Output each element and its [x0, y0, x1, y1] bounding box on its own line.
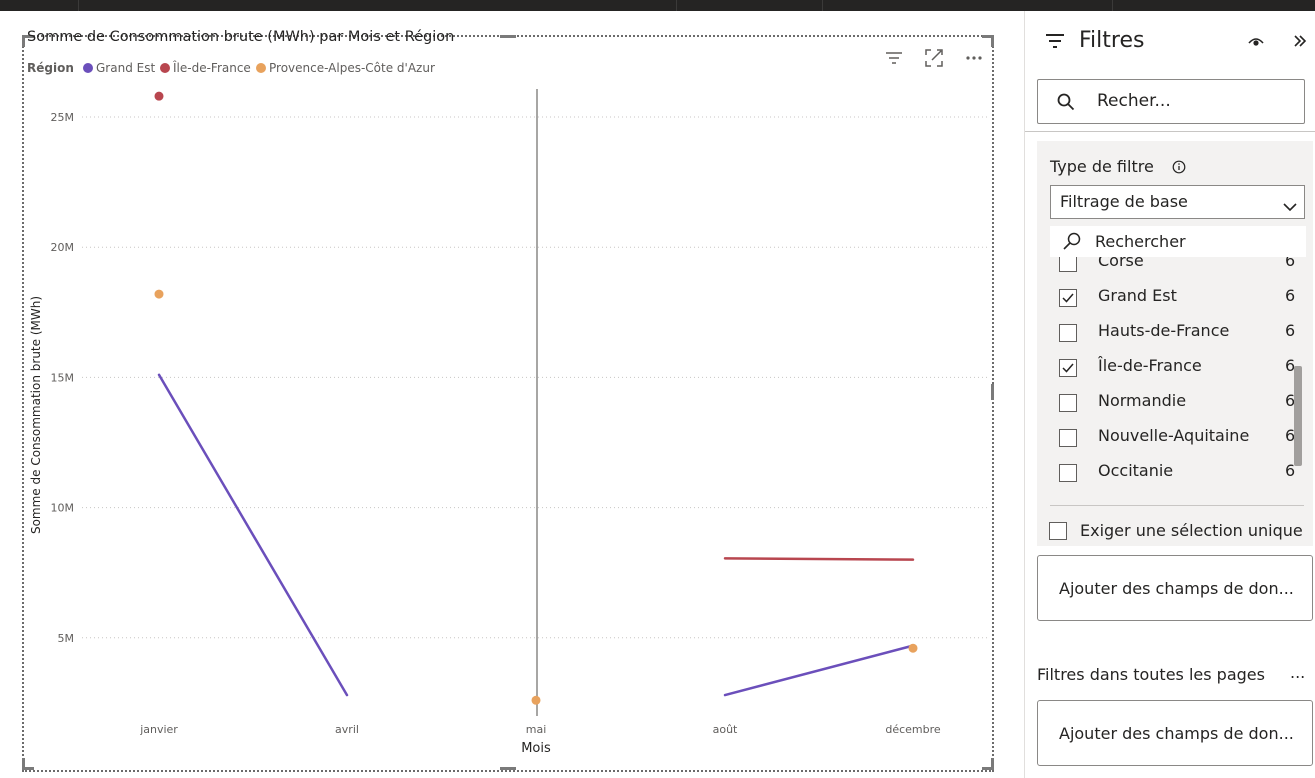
checkmark-icon — [1062, 293, 1074, 303]
legend: Grand Est Île-de-France Provence-Alpes-Côt… — [83, 60, 435, 75]
x-tick-label: mai — [526, 723, 547, 736]
data-point[interactable] — [908, 643, 918, 653]
filter-icon[interactable] — [883, 47, 905, 69]
filter-search-input[interactable]: Recher... — [1037, 79, 1305, 124]
checkmark-icon — [1062, 363, 1074, 373]
add-fields-well[interactable]: Ajouter des champs de don... — [1037, 555, 1313, 621]
series-line-segment[interactable] — [157, 373, 349, 697]
filter-search-placeholder: Recher... — [1097, 91, 1171, 111]
list-item-count: 6 — [1285, 257, 1296, 270]
filter-pane-title: Filtres — [1079, 28, 1145, 53]
report-canvas: Somme de Consommation brute (MWh) par Mo… — [0, 11, 1022, 778]
series-line-segment[interactable] — [723, 644, 915, 697]
search-icon — [1056, 92, 1076, 116]
list-item[interactable]: Grand Est 6 — [1037, 280, 1313, 315]
all-pages-more-button[interactable]: ... — [1290, 663, 1305, 682]
info-icon — [1172, 159, 1186, 178]
list-item-count: 6 — [1285, 321, 1296, 340]
series-line-segment[interactable] — [723, 557, 915, 561]
list-search-icon — [1062, 231, 1082, 255]
legend-marker — [83, 63, 93, 73]
y-axis-title: Somme de Consommation brute (MWh) — [29, 296, 43, 534]
checkbox[interactable] — [1059, 324, 1077, 342]
x-tick-label: août — [713, 723, 738, 736]
y-axis-ticks: 5M 10M 15M 20M 25M — [51, 111, 75, 645]
checkbox[interactable] — [1059, 394, 1077, 412]
collapse-pane-icon[interactable] — [1293, 33, 1307, 52]
list-search-placeholder: Rechercher — [1095, 232, 1186, 251]
chart-title: Somme de Consommation brute (MWh) par Mo… — [27, 29, 454, 45]
y-tick-label: 10M — [51, 502, 75, 515]
require-single-checkbox[interactable] — [1049, 522, 1067, 540]
legend-item-label: Grand Est — [96, 61, 155, 75]
list-search-input[interactable]: Rechercher — [1050, 226, 1306, 257]
list-item-label: Normandie — [1098, 391, 1187, 410]
eye-icon[interactable] — [1247, 33, 1265, 52]
list-item-label: Île-de-France — [1098, 356, 1202, 375]
list-scrollbar[interactable] — [1294, 366, 1302, 466]
filter-type-value: Filtrage de base — [1060, 192, 1188, 211]
legend-title: Région — [27, 61, 74, 75]
list-item[interactable]: Normandie 6 — [1037, 385, 1313, 420]
checkbox-checked[interactable] — [1059, 359, 1077, 377]
top-bar — [0, 0, 1315, 11]
list-item-label: Hauts-de-France — [1098, 321, 1230, 340]
checkbox-checked[interactable] — [1059, 289, 1077, 307]
data-point[interactable] — [154, 91, 164, 101]
x-tick-label: décembre — [885, 723, 941, 736]
filter-pane-icon — [1045, 33, 1065, 53]
legend-item-label: Provence-Alpes-Côte d'Azur — [269, 61, 435, 75]
card-separator — [1050, 505, 1304, 506]
legend-marker — [256, 63, 266, 73]
all-pages-filters-label: Filtres dans toutes les pages — [1037, 665, 1265, 684]
list-item[interactable]: Occitanie 6 — [1037, 455, 1313, 490]
value-list: Corse 6 Grand Est 6 Hauts-de-France 6 Île-de-F… — [1037, 257, 1313, 493]
list-item[interactable]: Hauts-de-France 6 — [1037, 315, 1313, 350]
x-tick-label: janvier — [139, 723, 178, 736]
list-item[interactable]: Corse 6 — [1037, 257, 1313, 280]
chevron-down-icon — [1283, 197, 1297, 216]
y-tick-label: 25M — [51, 111, 75, 124]
pane-divider — [1025, 131, 1315, 132]
series-marks — [154, 91, 918, 705]
list-item-label: Nouvelle-Aquitaine — [1098, 426, 1250, 445]
y-tick-label: 20M — [51, 241, 75, 254]
add-fields-label: Ajouter des champs de don... — [1059, 579, 1294, 598]
filter-card-region: Type de filtre Filtrage de base Recherch… — [1037, 141, 1313, 546]
checkbox[interactable] — [1059, 464, 1077, 482]
list-item[interactable]: Nouvelle-Aquitaine 6 — [1037, 420, 1313, 455]
list-item-label: Occitanie — [1098, 461, 1174, 480]
chart-svg: Somme de Consommation brute (MWh) par Mo… — [27, 29, 990, 756]
more-options-icon[interactable] — [963, 47, 985, 69]
add-fields-label-all-pages: Ajouter des champs de don... — [1059, 724, 1294, 743]
x-axis-ticks: janvier avril mai août décembre — [139, 723, 941, 736]
filter-type-label: Type de filtre — [1050, 157, 1154, 176]
require-single-label: Exiger une sélection unique — [1080, 521, 1303, 540]
add-fields-well-all-pages[interactable]: Ajouter des champs de don... — [1037, 700, 1313, 766]
legend-marker — [160, 63, 170, 73]
x-tick-label: avril — [335, 723, 359, 736]
list-item-label: Grand Est — [1098, 286, 1177, 305]
checkbox[interactable] — [1059, 429, 1077, 447]
checkbox[interactable] — [1059, 257, 1077, 272]
filter-type-dropdown[interactable]: Filtrage de base — [1050, 185, 1305, 219]
legend-item-label: Île-de-France — [172, 60, 251, 75]
filter-pane: Filtres Recher... Type de filtre Filtrag… — [1024, 11, 1315, 778]
data-point[interactable] — [531, 695, 541, 705]
list-item[interactable]: Île-de-France 6 — [1037, 350, 1313, 385]
x-axis-title: Mois — [521, 741, 551, 756]
y-tick-label: 15M — [51, 371, 75, 384]
data-point[interactable] — [154, 289, 164, 299]
list-item-label: Corse — [1098, 257, 1144, 270]
y-tick-label: 5M — [58, 632, 75, 645]
list-item-count: 6 — [1285, 286, 1296, 305]
focus-mode-icon[interactable] — [923, 47, 945, 69]
